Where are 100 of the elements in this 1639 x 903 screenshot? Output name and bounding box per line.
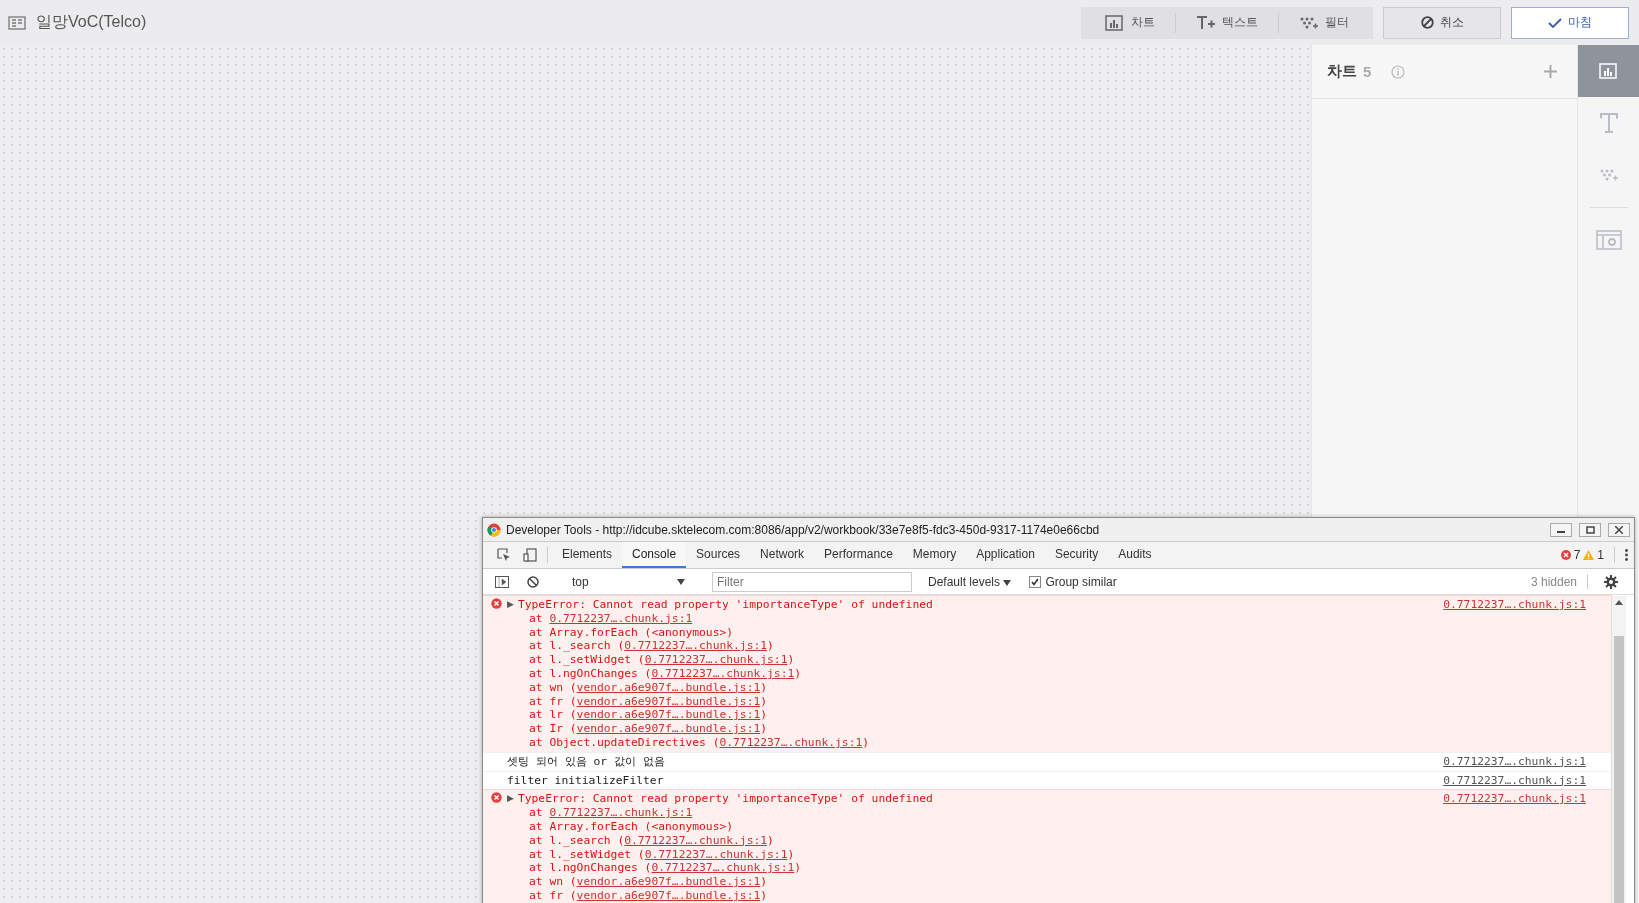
devtools-tab[interactable]: Network bbox=[750, 542, 815, 568]
stack-frame-link[interactable]: 0.7712237….chunk.js:1 bbox=[549, 611, 693, 625]
stack-frame-text: ) bbox=[794, 667, 802, 680]
window-title: Developer Tools - http://idcube.sktelecom.com:8086/app/v2/workbook/33e7e8f5-fdc3-450d-9317-1174e0e66cbd bbox=[506, 522, 1101, 537]
add-text-button[interactable]: 텍스트 bbox=[1175, 12, 1278, 33]
source-link[interactable]: 0.7712237….chunk.js:1 bbox=[1443, 773, 1586, 788]
error-icon bbox=[491, 598, 502, 609]
stack-frame-text: ) bbox=[760, 708, 768, 722]
stack-frame-text: at l._search ( bbox=[529, 639, 625, 653]
stack-frame-text: at fr ( bbox=[529, 888, 577, 902]
cancel-button[interactable]: 취소 bbox=[1383, 6, 1501, 39]
stack-frame-text: ) bbox=[760, 694, 768, 708]
add-chart-button[interactable]: 차트 bbox=[1085, 12, 1175, 33]
expand-triangle[interactable]: ▶ bbox=[507, 598, 514, 612]
devtools-tab[interactable]: Sources bbox=[686, 542, 751, 568]
browser-logo-icon bbox=[487, 522, 501, 537]
stack-frame-link[interactable]: vendor.a6e907f….bundle.js:1 bbox=[576, 875, 761, 889]
clear-console-icon bbox=[527, 575, 539, 588]
stack-frame-link[interactable]: 0.7712237….chunk.js:1 bbox=[624, 639, 768, 653]
serif-t-icon bbox=[1599, 113, 1618, 133]
restore-icon bbox=[1585, 525, 1595, 534]
devtools-tab[interactable]: Console bbox=[622, 542, 687, 568]
stack-frame-text: at l.ngOnChanges ( bbox=[529, 861, 652, 875]
warning-count: 1 bbox=[1597, 548, 1604, 562]
stack-frame-text: at wn ( bbox=[529, 875, 577, 889]
document-title: 일망VoC(Telco) bbox=[36, 12, 147, 32]
stack-frame-link[interactable]: 0.7712237….chunk.js:1 bbox=[644, 653, 788, 667]
stack-frame-text: at fr ( bbox=[529, 694, 577, 708]
stack-frame-text: at Object.updateDirectives ( bbox=[529, 735, 720, 749]
stack-frame-link[interactable]: 0.7712237….chunk.js:1 bbox=[651, 667, 795, 680]
dots-filter-icon bbox=[1598, 167, 1619, 183]
settings-icon bbox=[1604, 574, 1618, 589]
group-similar-checkbox[interactable] bbox=[1029, 575, 1042, 588]
stack-frame-link[interactable]: vendor.a6e907f….bundle.js:1 bbox=[576, 694, 761, 708]
scrollbar[interactable] bbox=[1611, 596, 1626, 903]
dropdown-arrow-icon bbox=[677, 578, 685, 585]
log-message: 셋팅 되어 있음 or 값이 없음 bbox=[507, 754, 665, 768]
context-select[interactable]: top bbox=[566, 571, 691, 592]
filter-field[interactable]: Filter bbox=[712, 571, 912, 592]
bar-chart-icon bbox=[1598, 63, 1619, 79]
stack-frame-link[interactable]: vendor.a6e907f….bundle.js:1 bbox=[576, 722, 761, 736]
stack-frame-text: at lr ( bbox=[529, 708, 577, 722]
stack-frame-text: ) bbox=[767, 639, 774, 653]
bar-chart-icon bbox=[1105, 14, 1125, 31]
done-button[interactable]: 마침 bbox=[1511, 6, 1629, 39]
chart-count: 5 bbox=[1363, 63, 1372, 80]
close-button[interactable] bbox=[1608, 522, 1630, 537]
scroll-up-arrow-icon bbox=[1615, 600, 1623, 605]
stack-frame-link[interactable]: vendor.a6e907f….bundle.js:1 bbox=[576, 708, 761, 722]
devtools-tab[interactable]: Audits bbox=[1108, 542, 1162, 568]
levels-dropdown[interactable]: Default levels bbox=[922, 573, 1018, 590]
devtools-tab[interactable]: Elements bbox=[552, 542, 623, 568]
error-count: 7 bbox=[1573, 548, 1581, 562]
stack-frame-link[interactable]: vendor.a6e907f….bundle.js:1 bbox=[576, 888, 761, 902]
source-link[interactable]: 0.7712237….chunk.js:1 bbox=[1443, 792, 1586, 903]
restore-button[interactable] bbox=[1579, 522, 1601, 537]
stack-frame-link[interactable]: vendor.a6e907f….bundle.js:1 bbox=[576, 680, 761, 694]
stack-frame-link[interactable]: 0.7712237….chunk.js:1 bbox=[624, 833, 768, 847]
source-link[interactable]: 0.7712237….chunk.js:1 bbox=[1443, 754, 1586, 769]
devtools-tab[interactable]: Memory bbox=[902, 542, 967, 568]
stack-frame-text: ) bbox=[787, 847, 795, 861]
stack-frame-text: ) bbox=[787, 653, 795, 667]
error-message: TypeError: Cannot read property 'importanceType' of undefined bbox=[517, 792, 933, 807]
close-icon bbox=[1615, 525, 1623, 534]
minimize-button[interactable] bbox=[1550, 522, 1572, 537]
cursor-select-icon bbox=[497, 548, 511, 562]
text-icon bbox=[1196, 14, 1216, 31]
sidebar-play-icon bbox=[495, 575, 509, 588]
kebab-menu-icon bbox=[1625, 549, 1628, 561]
devtools-tab[interactable]: Application bbox=[966, 542, 1045, 568]
warning-icon bbox=[1583, 550, 1595, 560]
plus-icon bbox=[1544, 65, 1557, 78]
dropdown-arrow-icon bbox=[1003, 579, 1012, 586]
panel-settings-icon bbox=[1595, 230, 1622, 250]
hidden-count: 3 hidden bbox=[1530, 574, 1577, 589]
stack-frame-text: ) bbox=[760, 722, 768, 736]
error-icon bbox=[491, 792, 502, 804]
error-icon bbox=[1560, 550, 1571, 560]
stack-frame-text: at bbox=[529, 611, 544, 625]
cancel-icon bbox=[1420, 16, 1434, 29]
stack-frame-link[interactable]: 0.7712237….chunk.js:1 bbox=[644, 847, 788, 861]
devtools-tab[interactable]: Security bbox=[1044, 542, 1109, 568]
add-filter-button[interactable]: 필터 bbox=[1278, 12, 1369, 33]
stack-frame-text: at Array.forEach (<anonymous>) bbox=[529, 819, 734, 833]
stack-frame-text: at Ir ( bbox=[529, 722, 577, 736]
source-link[interactable]: 0.7712237….chunk.js:1 bbox=[1443, 598, 1586, 750]
stack-frame-text: at l._setWidget ( bbox=[529, 653, 645, 667]
stack-frame-text: ) bbox=[767, 833, 774, 847]
chart-rail-button[interactable] bbox=[1578, 45, 1639, 97]
dashboard-icon bbox=[8, 15, 26, 30]
stack-frame-text: at l._setWidget ( bbox=[529, 847, 645, 861]
stack-frame-link[interactable]: 0.7712237….chunk.js:1 bbox=[719, 735, 863, 749]
error-message: TypeError: Cannot read property 'importanceType' of undefined bbox=[517, 598, 933, 612]
devtools-tab[interactable]: Performance bbox=[814, 542, 903, 568]
stack-frame-text: ) bbox=[862, 735, 870, 749]
stack-frame-link[interactable]: 0.7712237….chunk.js:1 bbox=[651, 861, 795, 875]
expand-triangle[interactable]: ▶ bbox=[507, 792, 514, 807]
stack-frame-link[interactable]: 0.7712237….chunk.js:1 bbox=[549, 806, 693, 820]
info-icon bbox=[1391, 64, 1406, 79]
group-similar-label: Group similar bbox=[1045, 574, 1117, 589]
